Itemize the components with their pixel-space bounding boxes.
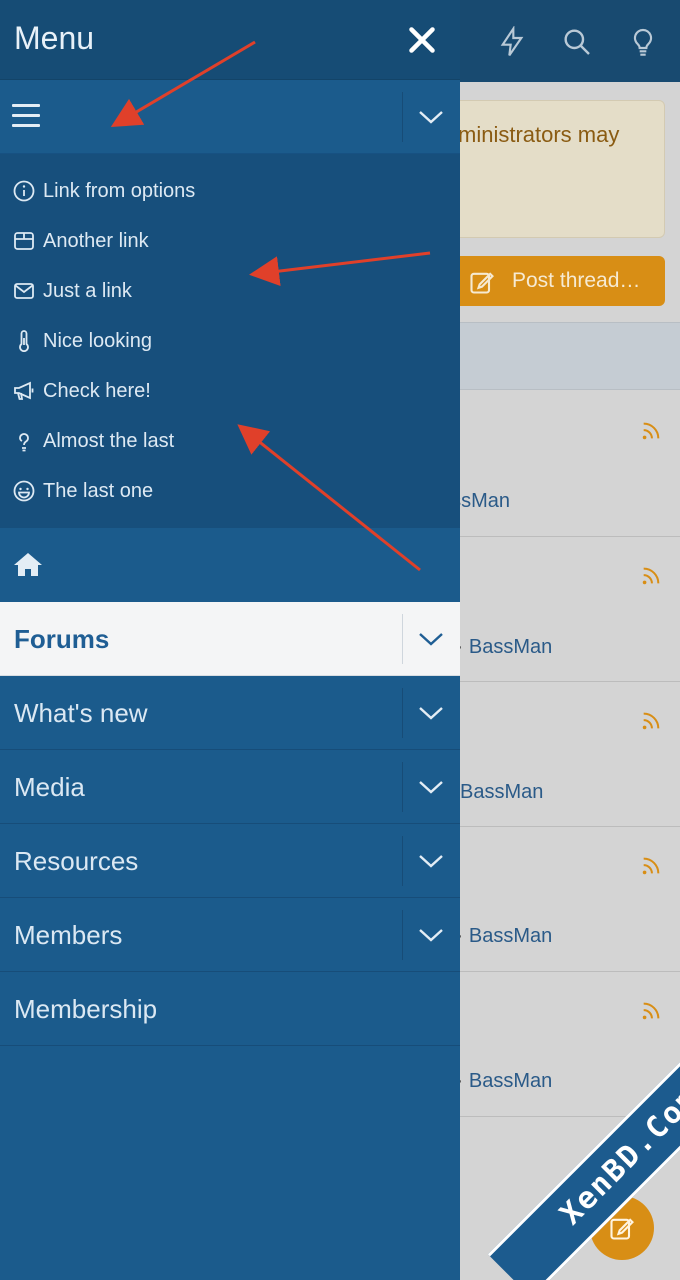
custom-link-label: Check here! [43, 379, 151, 402]
chevron-down-icon[interactable] [416, 925, 446, 945]
custom-link[interactable]: Link from options [0, 166, 460, 216]
box-icon [14, 232, 34, 250]
nav-item-label: Membership [14, 994, 158, 1024]
divider [402, 688, 403, 738]
chevron-down-icon[interactable] [416, 107, 446, 127]
megaphone-icon [14, 381, 34, 400]
hamburger-icon[interactable] [12, 104, 40, 130]
rss-icon[interactable] [640, 420, 662, 442]
divider [402, 762, 403, 812]
bolt-icon[interactable] [496, 26, 528, 58]
thread-author: BassMan [468, 925, 553, 947]
filter-bar [440, 322, 680, 390]
custom-link-label: Another link [43, 229, 149, 252]
nav-item-whats-new[interactable]: What's new [0, 676, 460, 750]
submenu-toggle-row[interactable] [0, 80, 460, 154]
thread-author: BassMan [460, 781, 544, 803]
nav-item-media[interactable]: Media [0, 750, 460, 824]
chevron-down-icon[interactable] [416, 629, 446, 649]
info-circle-icon [13, 180, 35, 202]
custom-link-label: Just a link [43, 279, 132, 302]
thread-row[interactable]: 0 · BassMan [440, 972, 680, 1117]
chevron-down-icon[interactable] [416, 851, 446, 871]
rss-icon[interactable] [640, 855, 662, 877]
divider [402, 614, 403, 664]
menu-title: Menu [14, 20, 95, 56]
rss-icon[interactable] [640, 565, 662, 587]
custom-link-label: Nice looking [43, 329, 152, 352]
rss-icon[interactable] [640, 710, 662, 732]
nav-item-label: Media [14, 772, 85, 802]
thread-author: BassMan [468, 1070, 553, 1092]
thread-row[interactable]: 1 · BassMan [440, 537, 680, 682]
brain-icon [19, 433, 29, 452]
nav-item-label: What's new [14, 698, 148, 728]
nav-item-label: Resources [14, 846, 139, 876]
custom-link[interactable]: Another link [0, 216, 460, 266]
home-icon [14, 553, 42, 576]
chevron-down-icon[interactable] [416, 703, 446, 723]
thread-row[interactable]: 0 · BassMan [440, 827, 680, 972]
close-icon[interactable] [404, 22, 440, 58]
custom-link-label: The last one [43, 479, 154, 502]
divider [402, 910, 403, 960]
custom-link-label: Link from options [43, 179, 196, 202]
custom-link[interactable]: Nice looking [0, 316, 460, 366]
notice-text: ministrators may [458, 122, 620, 147]
notice-box [440, 100, 665, 238]
edit-icon [470, 272, 494, 294]
thread-row[interactable]: BassMan [440, 682, 680, 827]
lightbulb-icon[interactable] [627, 26, 659, 58]
custom-link-label: Almost the last [43, 429, 175, 452]
custom-links-panel: Link from options Another link Just a li… [0, 154, 460, 528]
divider [402, 92, 403, 142]
nav-item-resources[interactable]: Resources [0, 824, 460, 898]
thread-row[interactable]: assMan [440, 392, 680, 537]
new-post-fab[interactable] [590, 1196, 654, 1260]
offcanvas-menu: Menu Link from options Another link Just… [0, 0, 460, 1280]
thermometer-icon [19, 330, 29, 353]
nav-item-label: Forums [14, 624, 110, 654]
nav-item-label: Members [14, 920, 123, 950]
thread-author: BassMan [468, 636, 553, 658]
custom-link[interactable]: Check here! [0, 366, 460, 416]
nav-item-membership[interactable]: Membership [0, 972, 460, 1046]
custom-link[interactable]: Just a link [0, 266, 460, 316]
search-icon[interactable] [561, 26, 593, 58]
divider [402, 836, 403, 886]
custom-link[interactable]: Almost the last [0, 416, 460, 466]
nav-item-members[interactable]: Members [0, 898, 460, 972]
rss-icon[interactable] [640, 1000, 662, 1022]
chevron-down-icon[interactable] [416, 777, 446, 797]
home-link[interactable] [0, 528, 460, 602]
grin-icon [13, 480, 35, 502]
custom-link[interactable]: The last one [0, 466, 460, 516]
envelope-icon [14, 283, 34, 299]
edit-icon [610, 1218, 634, 1240]
nav-item-forums[interactable]: Forums [0, 602, 460, 676]
menu-header: Menu [0, 0, 460, 80]
